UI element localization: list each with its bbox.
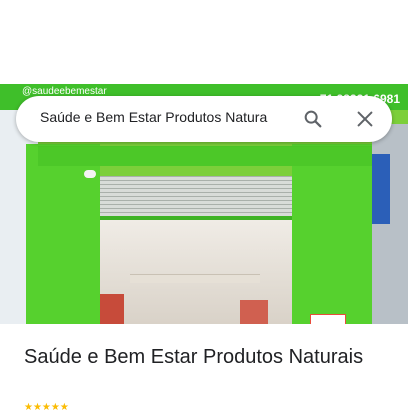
wall-right	[292, 144, 372, 324]
search-bar[interactable]: Saúde e Bem Estar Produtos Natura	[16, 96, 392, 142]
place-title: Saúde e Bem Estar Produtos Naturais	[24, 346, 364, 368]
small-sign	[310, 314, 346, 324]
rolling-shutter	[100, 176, 292, 220]
top-blank-area	[0, 0, 408, 84]
shelf-right	[240, 300, 268, 324]
close-icon[interactable]	[354, 108, 376, 130]
blue-tarp	[372, 154, 390, 224]
search-icon[interactable]	[302, 108, 324, 130]
shelf-left	[100, 294, 124, 324]
security-camera	[84, 170, 96, 178]
search-input[interactable]: Saúde e Bem Estar Produtos Natura	[40, 109, 288, 129]
interior-ceiling	[130, 274, 260, 283]
wall-header	[38, 146, 372, 166]
rating-row: ★★★★★	[24, 402, 69, 413]
